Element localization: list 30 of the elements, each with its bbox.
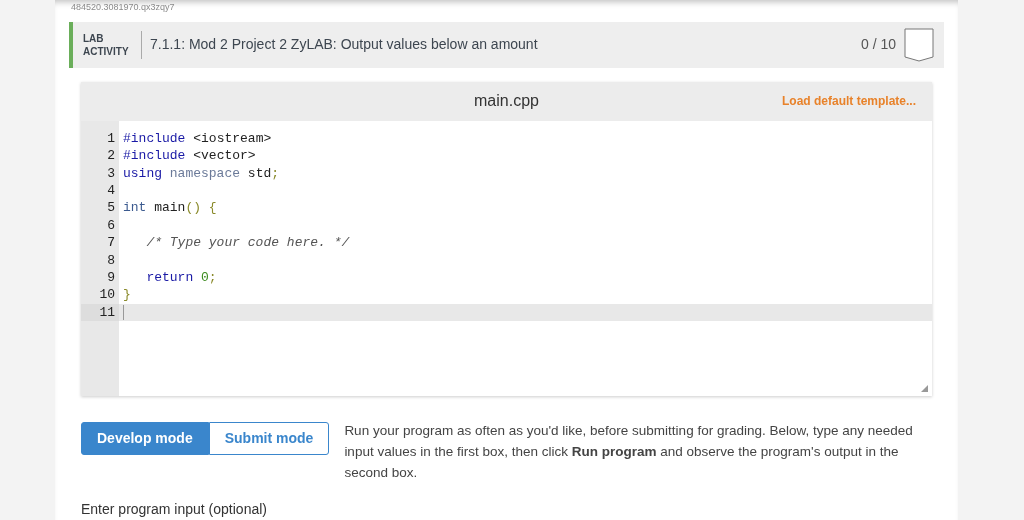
line-number: 10 — [98, 286, 116, 304]
activity-id: 484520.3081970.qx3zqy7 — [71, 2, 175, 12]
code-line: #include <iostream> — [123, 129, 272, 148]
code-line: using namespace std; — [123, 164, 280, 183]
line-number: 8 — [106, 251, 116, 269]
load-template-link[interactable]: Load default template... — [782, 92, 916, 111]
line-number: 1 — [106, 129, 116, 148]
input-label: Enter program input (optional) — [81, 500, 267, 519]
text-cursor — [123, 304, 124, 320]
line-number: 7 — [106, 234, 116, 252]
line-number: 6 — [106, 216, 116, 235]
activity-title: 7.1.1: Mod 2 Project 2 ZyLAB: Output values below an amount — [150, 35, 538, 55]
score: 0 / 10 — [860, 35, 896, 55]
code-line: /* Type your code here. */ — [145, 234, 350, 252]
line-number: 5 — [106, 199, 116, 217]
line-number: 2 — [106, 147, 116, 165]
mode-toggle-button[interactable]: Submit mode — [208, 422, 330, 455]
code-line: int main() { — [123, 199, 217, 217]
line-number: 11 — [81, 303, 119, 322]
code-line: return 0; — [145, 269, 217, 287]
line-number: 9 — [106, 269, 116, 287]
code-line: #include <vector> — [123, 147, 256, 165]
activity-label: LAB ACTIVITY — [83, 31, 130, 58]
line-number: 4 — [106, 182, 116, 200]
instructions-text: Run your program as often as you'd like, before submitting for grading. Below, type any needed input values in the first box, then click Run program and observe the program's output in the second box. — [344, 422, 914, 482]
mode-toggle-button[interactable]: Develop mode — [81, 422, 209, 455]
file-name: main.cpp — [474, 91, 539, 112]
resize-handle-icon — [921, 385, 928, 392]
line-number: 3 — [106, 164, 116, 183]
code-line: } — [123, 286, 131, 304]
